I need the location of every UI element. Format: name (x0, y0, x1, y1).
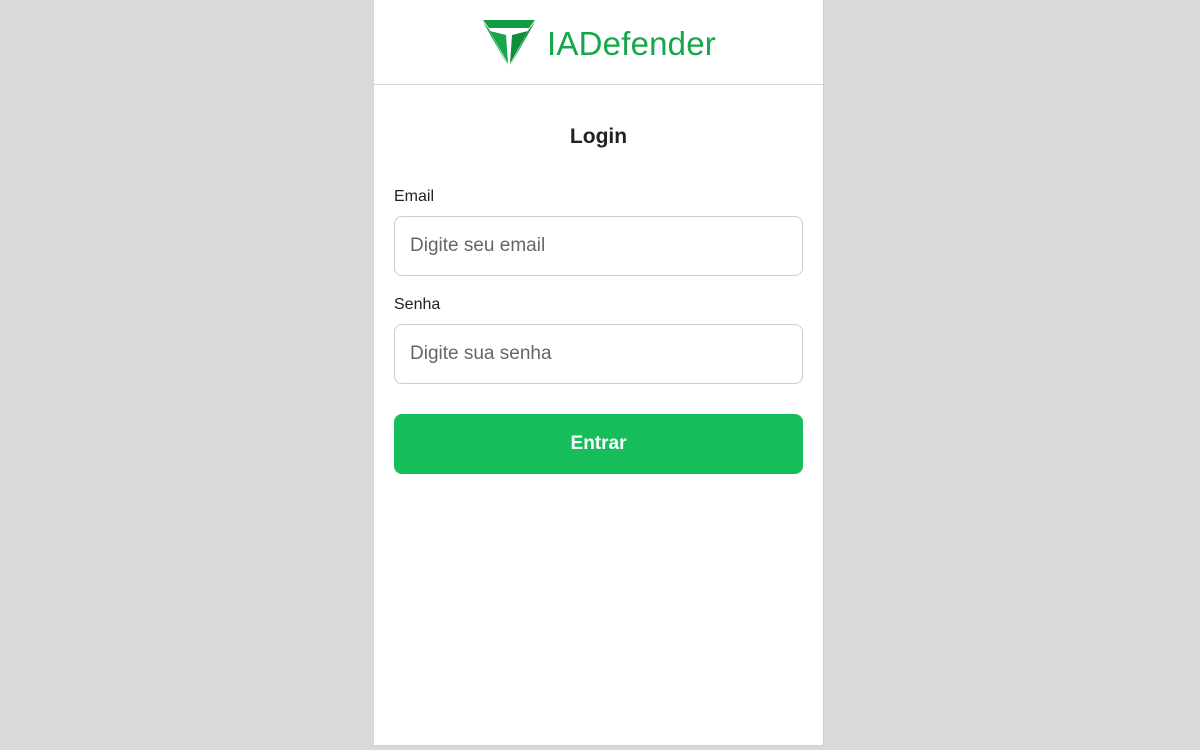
login-panel: IADefender Login Email Senha Entrar (374, 0, 824, 746)
brand-name: IADefender (547, 24, 716, 62)
password-label: Senha (394, 296, 441, 313)
header: IADefender (374, 0, 823, 85)
password-group: Senha (394, 296, 803, 384)
page-title: Login (569, 125, 628, 148)
shield-triangle-icon (483, 20, 536, 66)
email-group: Email (394, 188, 803, 276)
submit-button[interactable]: Entrar (394, 414, 803, 474)
email-label: Email (394, 188, 435, 205)
password-input[interactable] (394, 324, 803, 384)
email-input[interactable] (394, 216, 803, 276)
brand-logo: IADefender (481, 18, 716, 68)
login-form: Email Senha Entrar (374, 188, 823, 474)
